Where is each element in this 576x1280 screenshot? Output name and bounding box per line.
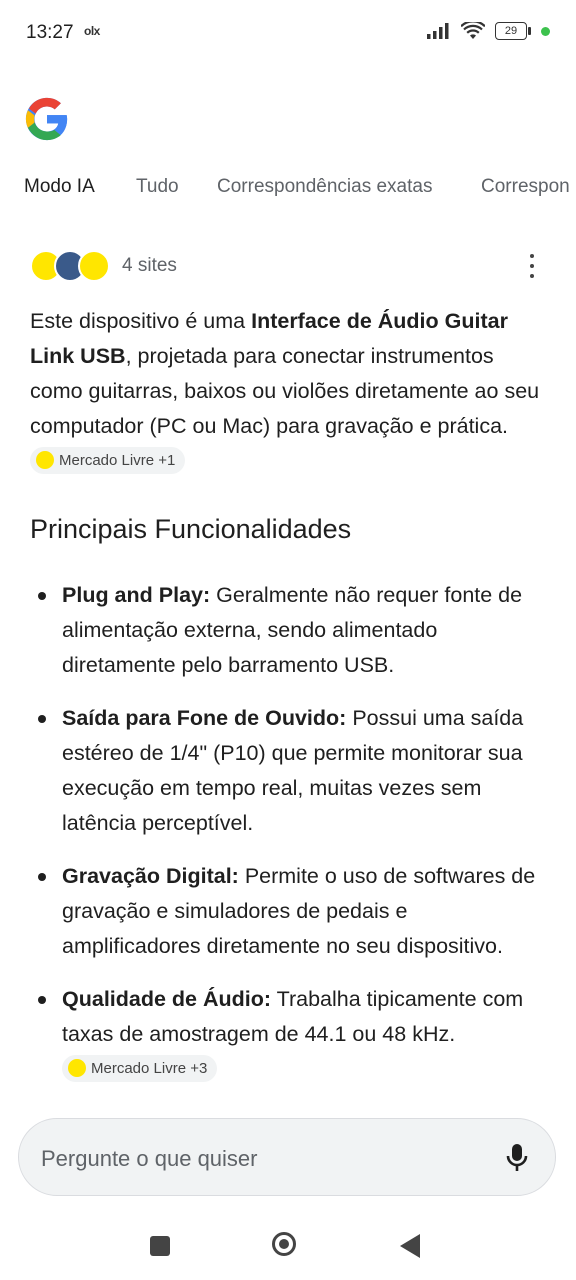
search-tabs: Modo IA Tudo Correspondências exatas Cor… xyxy=(0,168,576,208)
signal-icon xyxy=(427,23,449,39)
feature-title: Qualidade de Áudio: xyxy=(62,987,272,1011)
mercado-livre-icon xyxy=(36,451,54,470)
system-nav-bar xyxy=(0,1210,576,1280)
status-time: 13:27 xyxy=(26,22,74,43)
recent-apps-icon[interactable] xyxy=(150,1236,170,1256)
home-icon[interactable] xyxy=(272,1232,296,1256)
source-chip-label: Mercado Livre +1 xyxy=(59,451,176,469)
tab-modo-ia[interactable]: Modo IA xyxy=(24,176,95,198)
tab-correspon[interactable]: Correspon xyxy=(481,176,570,198)
feature-title: Gravação Digital: xyxy=(62,864,239,888)
status-icons: 29 xyxy=(427,22,550,40)
tab-correspondencias-exatas[interactable]: Correspondências exatas xyxy=(217,176,432,198)
olx-notification-icon: olx xyxy=(84,24,100,38)
microphone-icon[interactable] xyxy=(505,1143,529,1173)
wifi-icon xyxy=(461,22,485,39)
more-options-icon[interactable] xyxy=(528,254,536,278)
feature-title: Saída para Fone de Ouvido: xyxy=(62,706,347,730)
answer-text-start: Este dispositivo é uma xyxy=(30,309,252,333)
status-bar: 13:27 olx 29 xyxy=(0,0,576,64)
feature-title: Plug and Play: xyxy=(62,583,211,607)
google-logo-icon[interactable] xyxy=(24,96,70,142)
mercado-livre-icon xyxy=(68,1059,86,1078)
source-chip[interactable]: Mercado Livre +1 xyxy=(30,446,186,474)
tab-tudo[interactable]: Tudo xyxy=(136,176,179,198)
section-title: Principais Funcionalidades xyxy=(30,514,352,544)
list-item: Saída para Fone de Ouvido: Possui uma sa… xyxy=(30,701,550,841)
source-chip[interactable]: Mercado Livre +3 xyxy=(62,1054,218,1082)
features-list: Plug and Play: Geralmente não requer fon… xyxy=(30,578,550,1105)
list-item: Gravação Digital: Permite o uso de softw… xyxy=(30,859,550,964)
list-item: Qualidade de Áudio: Trabalha tipicamente… xyxy=(30,982,550,1087)
sources-count: 4 sites xyxy=(122,255,177,276)
mercado-livre-favicon-icon xyxy=(78,250,110,282)
answer-paragraph: Este dispositivo é uma Interface de Áudi… xyxy=(30,304,546,479)
ask-input[interactable]: Pergunte o que quiser xyxy=(18,1118,556,1196)
back-icon[interactable] xyxy=(400,1234,420,1258)
ask-input-placeholder[interactable]: Pergunte o que quiser xyxy=(41,1146,258,1172)
privacy-dot-icon xyxy=(541,26,550,36)
sources-row[interactable]: 4 sites xyxy=(30,248,177,284)
list-item: Plug and Play: Geralmente não requer fon… xyxy=(30,578,550,683)
source-chip-label: Mercado Livre +3 xyxy=(91,1059,208,1077)
battery-icon: 29 xyxy=(495,22,531,40)
